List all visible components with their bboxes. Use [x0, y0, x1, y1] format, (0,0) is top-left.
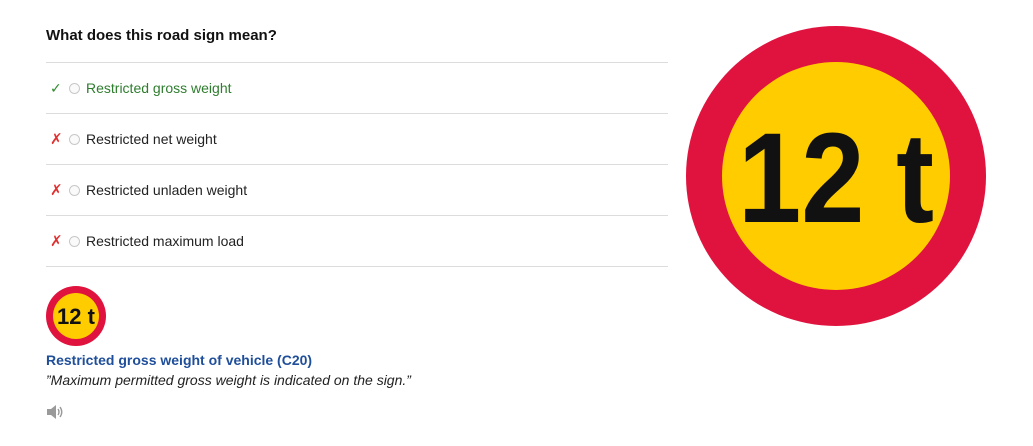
answer-option-4[interactable]: ✗ Restricted maximum load	[46, 216, 668, 267]
radio-button[interactable]	[69, 133, 80, 145]
sign-text: 12 t	[57, 304, 96, 329]
cross-icon: ✗	[50, 182, 63, 199]
cross-icon: ✗	[50, 131, 63, 148]
speaker-icon[interactable]	[46, 404, 64, 420]
answer-option-3[interactable]: ✗ Restricted unladen weight	[46, 165, 668, 216]
radio-button[interactable]	[69, 184, 80, 196]
weight-limit-sign-thumbnail: 12 t	[46, 286, 106, 346]
answer-option-2[interactable]: ✗ Restricted net weight	[46, 114, 668, 165]
answer-label: Restricted unladen weight	[86, 182, 248, 198]
sign-title: Restricted gross weight of vehicle (C20)	[46, 352, 313, 368]
answer-label: Restricted gross weight	[86, 80, 232, 96]
question-text: What does this road sign mean?	[46, 27, 277, 44]
weight-limit-sign: 12 t	[686, 26, 986, 326]
answer-label: Restricted net weight	[86, 131, 217, 147]
explanation-panel: 12 t Restricted gross weight of vehicle …	[46, 286, 646, 419]
radio-button[interactable]	[69, 235, 80, 247]
check-icon: ✓	[50, 79, 62, 96]
radio-button[interactable]	[69, 82, 80, 94]
answer-options: ✓ Restricted gross weight ✗ Restricted n…	[46, 62, 668, 267]
answer-option-1[interactable]: ✓ Restricted gross weight	[46, 63, 668, 114]
answer-label: Restricted maximum load	[86, 233, 244, 249]
sign-text: 12 t	[738, 107, 934, 250]
sign-description: ”Maximum permitted gross weight is indic…	[46, 372, 411, 388]
cross-icon: ✗	[50, 233, 63, 250]
